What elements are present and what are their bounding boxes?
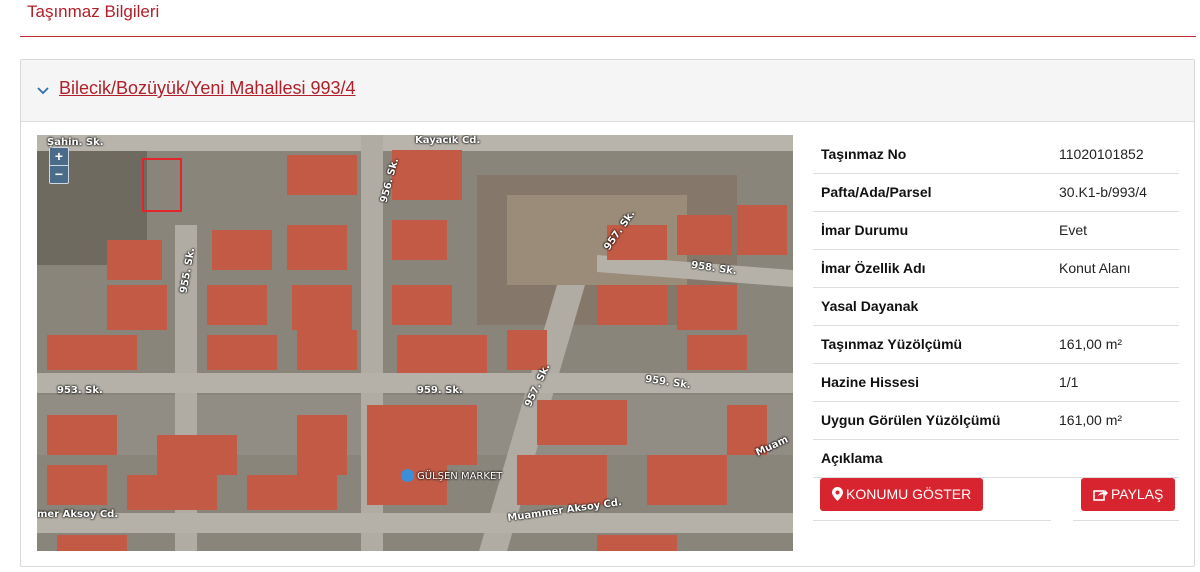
title-divider — [20, 36, 1196, 37]
share-icon — [1093, 490, 1108, 501]
table-row: Uygun Görülen Yüzölçümü 161,00 m² — [813, 402, 1179, 440]
satellite-map[interactable]: + − Şahin. Sk. Kayacık Cd. 956. Sk. 957.… — [37, 135, 793, 551]
row-value: 11020101852 — [1059, 146, 1144, 162]
table-row: İmar Özellik Adı Konut Alanı — [813, 250, 1179, 288]
parcel-title-link[interactable]: Bilecik/Bozüyük/Yeni Mahallesi 993/4 — [59, 75, 356, 101]
panel-header[interactable]: Bilecik/Bozüyük/Yeni Mahallesi 993/4 — [21, 60, 1194, 122]
row-label: Yasal Dayanak — [821, 298, 919, 314]
row-label: Uygun Görülen Yüzölçümü — [821, 412, 1001, 428]
table-row: Hazine Hissesi 1/1 — [813, 364, 1179, 402]
street-label: mer Aksoy Cd. — [37, 509, 119, 520]
row-label: İmar Özellik Adı — [821, 260, 926, 276]
table-row: Açıklama — [813, 440, 1179, 478]
street-label: Kayacık Cd. — [415, 135, 481, 146]
street-label: 955. Sk. — [178, 246, 198, 295]
poi-name: GÜLŞEN MARKET — [417, 471, 503, 482]
page-title: Taşınmaz Bilgileri — [27, 2, 160, 21]
row-label: Pafta/Ada/Parsel — [821, 184, 932, 200]
details-table: Taşınmaz No 11020101852 Pafta/Ada/Parsel 3… — [813, 136, 1179, 478]
row-label: Hazine Hissesi — [821, 374, 920, 390]
table-row: Taşınmaz No 11020101852 — [813, 136, 1179, 174]
street-label: 959. Sk. — [644, 373, 692, 392]
map-street-labels: Şahin. Sk. Kayacık Cd. 956. Sk. 957. Sk.… — [37, 135, 793, 551]
row-label: Taşınmaz No — [821, 146, 907, 162]
parcel-panel: Bilecik/Bozüyük/Yeni Mahallesi 993/4 + −… — [20, 59, 1195, 567]
share-button[interactable]: PAYLAŞ — [1081, 478, 1176, 511]
street-label: 957. Sk. — [523, 362, 553, 409]
street-label: 957. Sk. — [602, 208, 638, 253]
row-label: Açıklama — [821, 450, 883, 466]
row-value: 1/1 — [1059, 374, 1079, 390]
row-value: 30.K1-b/993/4 — [1059, 184, 1147, 200]
table-row: İmar Durumu Evet — [813, 212, 1179, 250]
street-label: Muammer Aksoy Cd. — [506, 497, 623, 524]
table-row: Yasal Dayanak — [813, 288, 1179, 326]
row-value: Konut Alanı — [1059, 260, 1131, 276]
share-label: PAYLAŞ — [1111, 486, 1164, 502]
show-location-button[interactable]: KONUMU GÖSTER — [820, 478, 984, 511]
table-row: Pafta/Ada/Parsel 30.K1-b/993/4 — [813, 174, 1179, 212]
divider — [1073, 520, 1179, 521]
row-label: İmar Durumu — [821, 222, 909, 238]
street-label: Muam — [754, 434, 790, 459]
show-location-label: KONUMU GÖSTER — [846, 486, 972, 502]
poi-label: GÜLŞEN MARKET — [401, 469, 502, 482]
row-value: 161,00 m² — [1059, 412, 1123, 428]
row-value: Evet — [1059, 222, 1088, 238]
market-icon — [401, 469, 414, 482]
row-value: 161,00 m² — [1059, 336, 1123, 352]
street-label: 958. Sk. — [690, 259, 738, 278]
street-label: 956. Sk. — [378, 156, 402, 205]
street-label: 953. Sk. — [57, 385, 103, 396]
row-label: Taşınmaz Yüzölçümü — [821, 336, 963, 352]
street-label: Şahin. Sk. — [47, 137, 104, 148]
street-label: 959. Sk. — [417, 385, 463, 396]
chevron-down-icon[interactable] — [37, 84, 49, 96]
map-marker-icon — [832, 487, 843, 501]
divider — [813, 520, 1051, 521]
table-row: Taşınmaz Yüzölçümü 161,00 m² — [813, 326, 1179, 364]
